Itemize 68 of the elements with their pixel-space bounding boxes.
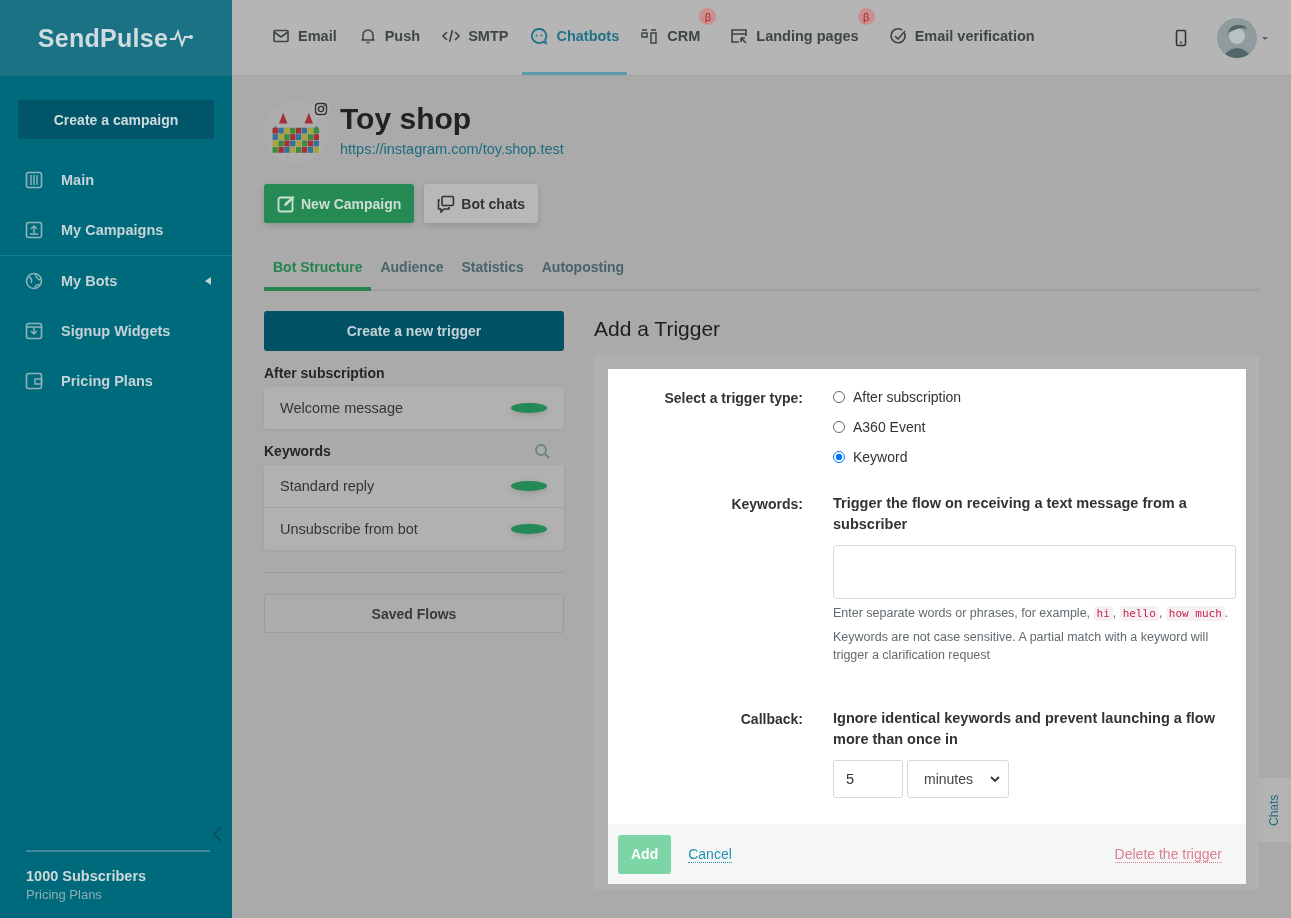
- code-icon: [442, 27, 461, 45]
- radio-option[interactable]: Keyword: [833, 449, 1236, 465]
- saved-flows-button[interactable]: Saved Flows: [264, 594, 564, 633]
- wallet-icon: [25, 372, 43, 390]
- bot-url-link[interactable]: https://instagram.com/toy.shop.test: [340, 141, 564, 157]
- nav-tab[interactable]: CRM β: [633, 0, 717, 75]
- bot-chats-button[interactable]: Bot chats: [424, 184, 539, 223]
- tab[interactable]: Statistics: [452, 249, 533, 291]
- keywords-field[interactable]: [833, 545, 1236, 599]
- field-description: Ignore identical keywords and prevent launching a flow more than once in: [833, 709, 1216, 749]
- sidebar-item[interactable]: My Bots: [0, 256, 232, 306]
- browser-cursor-icon: [730, 27, 749, 45]
- field-label: Callback:: [739, 710, 803, 729]
- sidebar-item[interactable]: Main: [0, 155, 232, 205]
- radio-option[interactable]: After subscription: [833, 389, 1236, 405]
- create-campaign-button[interactable]: Create a campaign: [18, 100, 214, 139]
- envelope-icon: [272, 27, 290, 45]
- sidebar-item[interactable]: Signup Widgets: [0, 306, 232, 356]
- form-title: Add a Trigger: [594, 317, 722, 341]
- pricing-plans-link[interactable]: Pricing Plans: [26, 887, 210, 902]
- hint-text: Enter separate words or phrases, for example, hi , hello , how much .: [833, 605, 1230, 623]
- beta-badge: β: [699, 8, 717, 25]
- bot-name: Toy shop: [340, 102, 473, 136]
- trigger-item[interactable]: Standard reply: [264, 465, 564, 507]
- chat-bubbles-icon: [437, 194, 456, 213]
- collapse-icon[interactable]: [212, 826, 222, 842]
- search-icon[interactable]: [534, 443, 550, 459]
- cancel-link[interactable]: Cancel: [688, 845, 732, 863]
- check-circle-icon: [888, 27, 907, 45]
- sliders-icon: [25, 171, 43, 189]
- caret-icon: [205, 277, 211, 285]
- tab[interactable]: Audience: [371, 249, 453, 291]
- chevron-down-icon: [990, 775, 1000, 783]
- mobile-phone-icon[interactable]: [1175, 28, 1187, 47]
- nav-tab[interactable]: Chatbots: [522, 0, 628, 75]
- beta-badge: β: [857, 8, 875, 25]
- nav-tab[interactable]: Landing pages β: [722, 0, 875, 75]
- trigger-item[interactable]: Unsubscribe from bot: [264, 507, 564, 550]
- chats-tab[interactable]: Chats: [1257, 778, 1291, 842]
- trigger-group-title: Keywords: [264, 443, 331, 459]
- tab[interactable]: Autoposting: [532, 249, 634, 291]
- create-trigger-button[interactable]: Create a new trigger: [264, 311, 564, 351]
- columns-icon: [641, 27, 660, 45]
- field-description: Trigger the flow on receiving a text message from a subscriber: [833, 494, 1188, 534]
- field-label: Select a trigger type:: [663, 389, 803, 408]
- number-field[interactable]: 5: [833, 760, 903, 798]
- field-label: Keywords:: [730, 495, 803, 514]
- globe-icon: [25, 272, 43, 290]
- nav-tab[interactable]: Push: [350, 0, 429, 75]
- sidebar-item[interactable]: Pricing Plans: [0, 356, 232, 406]
- nav-tab[interactable]: SMTP: [434, 0, 517, 75]
- upload-icon: [25, 221, 43, 239]
- new-campaign-button[interactable]: New Campaign: [264, 184, 415, 223]
- chat-bubble-icon: [530, 27, 549, 45]
- hint-text: Keywords are not case sensitive. A partial match with a keyword will trigger a clarification request: [833, 629, 1210, 664]
- trigger-item[interactable]: Welcome message: [264, 387, 564, 429]
- radio-option[interactable]: A360 Event: [833, 419, 1236, 435]
- nav-tab[interactable]: Email: [264, 0, 345, 75]
- delete-trigger-link[interactable]: Delete the trigger: [1114, 845, 1222, 863]
- avatar-icon[interactable]: [1217, 17, 1269, 58]
- edit-icon: [277, 194, 295, 213]
- instagram-icon: [312, 100, 330, 118]
- sidebar-item[interactable]: My Campaigns: [0, 205, 232, 255]
- trigger-group-title: After subscription: [264, 365, 385, 381]
- download-icon: [25, 322, 43, 340]
- nav-tab[interactable]: Email verification: [880, 0, 1043, 75]
- unit-dropdown[interactable]: minutes: [907, 760, 1009, 798]
- subscriber-count: 1000 Subscribers: [26, 868, 148, 884]
